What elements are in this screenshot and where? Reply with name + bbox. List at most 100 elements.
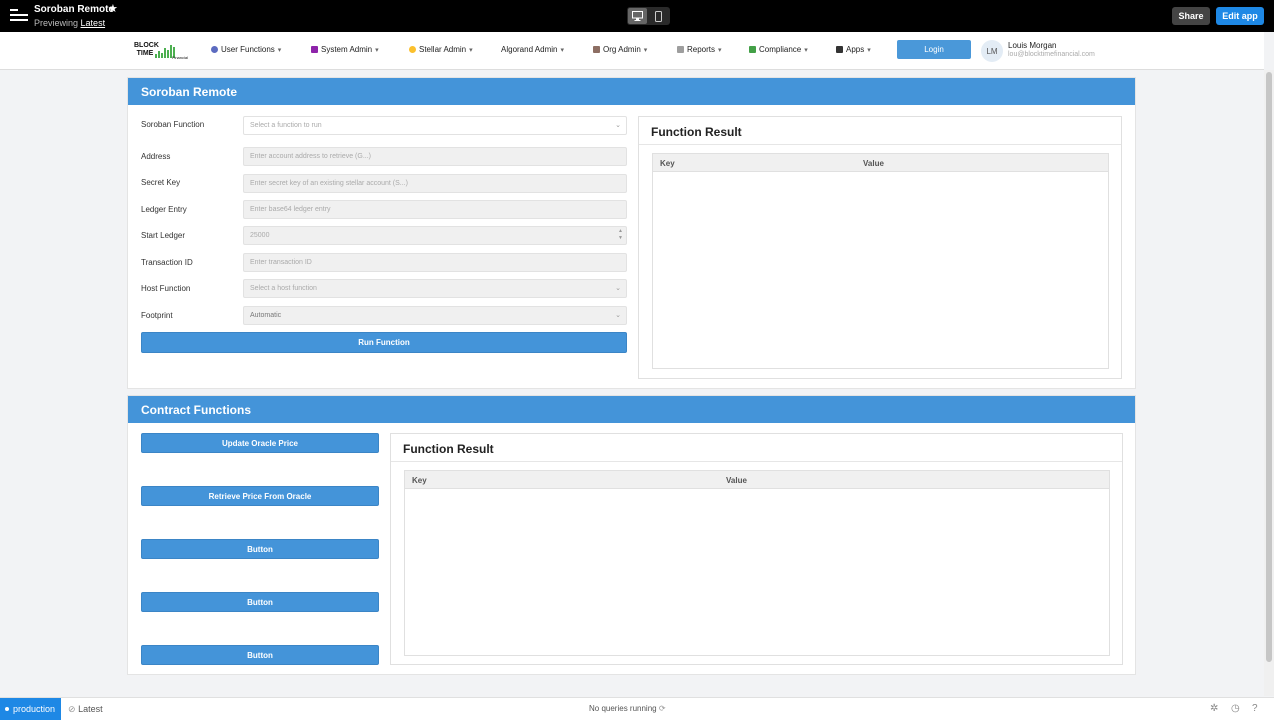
transaction-id-input[interactable]: Enter transaction ID [243,253,627,272]
refresh-icon[interactable]: ⟳ [659,704,666,713]
nav-label: User Functions [221,45,275,54]
chevron-down-icon: ▾ [469,46,473,54]
nav-reports[interactable]: Reports ▾ [677,45,722,54]
nav-system-admin[interactable]: System Admin ▾ [311,45,379,54]
address-input[interactable]: Enter account address to retrieve (G...) [243,147,627,166]
chevron-down-icon: ▾ [867,46,871,54]
input-placeholder: Enter account address to retrieve (G...) [250,153,371,160]
chevron-down-icon: ⌄ [615,285,621,292]
chevron-down-icon: ▾ [277,46,282,54]
soroban-function-select[interactable]: Select a function to run ⌄ [243,116,627,135]
version-selector[interactable]: ⊘ Latest [68,704,103,715]
blocktime-logo[interactable]: BLOCK TIME Financial [134,41,188,63]
nav-user-functions[interactable]: User Functions ▾ [211,45,281,54]
star-icon[interactable]: ★ [108,2,118,15]
previewing-label: Previewing [34,18,79,28]
check-icon [749,46,756,53]
page-scrollbar[interactable] [1264,70,1274,696]
generic-button-3[interactable]: Button [141,645,379,665]
start-ledger-input[interactable]: 25000 ▲ ▼ [243,226,627,245]
app-title: Soroban Remote [34,4,115,15]
chevron-down-icon: ⌄ [615,312,621,319]
field-label: Host Function [141,284,191,293]
user-email: lou@blocktimefinancial.com [1008,51,1095,58]
field-label: Soroban Function [141,120,205,129]
version-link[interactable]: Latest [81,18,106,28]
menu-icon[interactable] [10,9,28,23]
update-oracle-price-button[interactable]: Update Oracle Price [141,433,379,453]
footer-bar: production ⊘ Latest No queries running ⟳… [0,697,1274,720]
contract-functions-panel: Contract Functions Update Oracle Price R… [127,395,1136,675]
run-function-button[interactable]: Run Function [141,332,627,353]
login-button[interactable]: Login [897,40,971,59]
result-title: Function Result [639,117,1121,145]
soroban-remote-panel: Soroban Remote Soroban Function Select a… [127,77,1136,389]
field-label: Footprint [141,311,173,320]
nav-stellar-admin[interactable]: Stellar Admin ▾ [409,45,473,54]
nav-label: Stellar Admin [419,45,467,54]
tag-icon: ⊘ [68,704,76,714]
input-placeholder: Enter secret key of an existing stellar … [250,180,408,187]
chevron-down-icon: ⌄ [615,122,621,129]
result-table: Key Value [404,470,1110,656]
nav-label: Algorand Admin [501,45,558,54]
retrieve-price-button[interactable]: Retrieve Price From Oracle [141,486,379,506]
history-icon[interactable]: ◷ [1231,703,1240,714]
environment-label: production [13,704,56,714]
panel-title: Soroban Remote [128,78,1135,105]
column-key: Key [660,159,675,168]
field-label: Ledger Entry [141,205,187,214]
ledger-entry-input[interactable]: Enter base64 ledger entry [243,200,627,219]
column-value: Value [863,159,884,168]
help-icon[interactable]: ? [1252,703,1258,714]
nav-algorand-admin[interactable]: Algorand Admin ▾ [501,45,564,54]
input-value: 25000 [250,232,270,239]
report-icon [677,46,684,53]
folder-icon [836,46,843,53]
edit-app-button[interactable]: Edit app [1216,7,1264,25]
top-bar: Soroban Remote ★ Previewing Latest Share… [0,0,1274,32]
version-label: Latest [78,704,103,714]
mobile-icon[interactable] [649,8,668,24]
stellar-icon [409,46,416,53]
stepper-icon[interactable]: ▲ ▼ [618,228,623,242]
table-header: Key Value [405,471,1109,489]
nav-compliance[interactable]: Compliance ▾ [749,45,808,54]
nav-label: Compliance [759,45,802,54]
desktop-icon[interactable] [628,8,647,24]
chevron-down-icon: ▾ [560,46,564,54]
environment-badge[interactable]: production [0,698,61,720]
column-value: Value [726,476,747,485]
logo-subtext: Financial [172,55,189,60]
avatar[interactable]: LM [981,40,1003,62]
function-result-panel: Function Result Key Value [390,433,1123,665]
logo-text: BLOCK TIME [134,42,159,57]
column-key: Key [412,476,427,485]
scrollbar-thumb[interactable] [1266,72,1272,662]
nav-apps[interactable]: Apps ▾ [836,45,871,54]
chevron-down-icon: ▾ [643,46,648,54]
select-placeholder: Select a function to run [250,122,322,129]
footprint-select[interactable]: Automatic ⌄ [243,306,627,325]
secret-key-input[interactable]: Enter secret key of an existing stellar … [243,174,627,193]
device-switch [627,7,670,25]
generic-button-2[interactable]: Button [141,592,379,612]
select-value: Automatic [250,312,282,319]
select-placeholder: Select a host function [250,285,317,292]
result-table: Key Value [652,153,1109,369]
nav-label: Apps [846,45,865,54]
host-function-select[interactable]: Select a host function ⌄ [243,279,627,298]
field-label: Address [141,152,171,161]
result-title: Function Result [391,434,1122,462]
input-placeholder: Enter base64 ledger entry [250,206,331,213]
org-icon [593,46,600,53]
query-status: No queries running ⟳ [589,704,666,713]
query-status-label: No queries running [589,704,657,713]
nav-org-admin[interactable]: Org Admin ▾ [593,45,647,54]
generic-button-1[interactable]: Button [141,539,379,559]
input-placeholder: Enter transaction ID [250,259,312,266]
table-header: Key Value [653,154,1108,172]
system-icon [311,46,318,53]
share-button[interactable]: Share [1172,7,1210,25]
debug-icon[interactable]: ✲ [1210,703,1218,714]
